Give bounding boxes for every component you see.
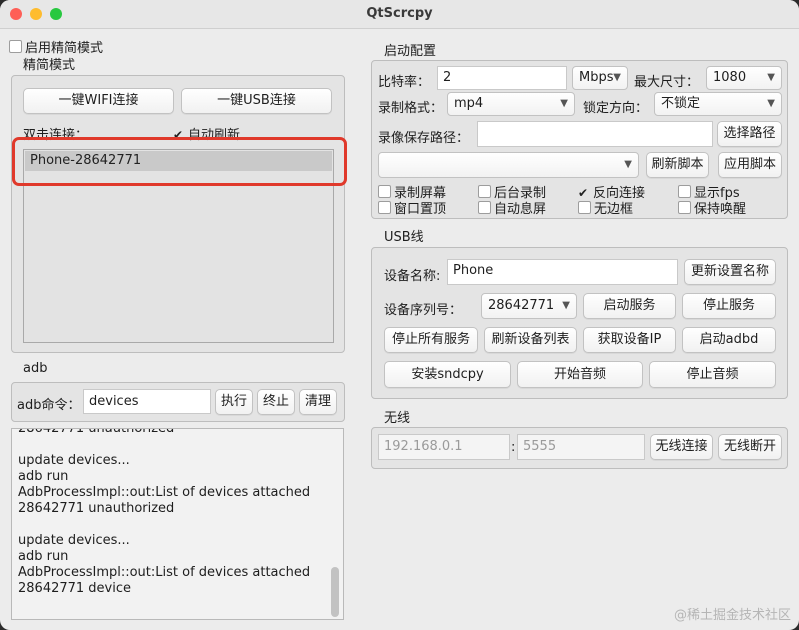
serial-label: 设备序列号： bbox=[384, 303, 463, 318]
log-line: 28642771 device bbox=[18, 581, 132, 596]
log-line: update devices... bbox=[18, 453, 130, 468]
log-line: 28642771 unauthorized bbox=[18, 428, 175, 436]
checkbox-box bbox=[9, 40, 22, 53]
stop-button[interactable]: 终止 bbox=[257, 389, 295, 415]
chevron-down-icon: ▼ bbox=[624, 159, 632, 170]
update-name-button[interactable]: 更新设置名称 bbox=[684, 259, 776, 285]
usb-connect-button[interactable]: 一键USB连接 bbox=[181, 88, 332, 114]
execute-button[interactable]: 执行 bbox=[215, 389, 253, 415]
usb-group-title: USB线 bbox=[384, 230, 424, 245]
log-line: 28642771 unauthorized bbox=[18, 501, 175, 516]
start-config-title: 启动配置 bbox=[384, 44, 437, 59]
chevron-down-icon: ▼ bbox=[560, 98, 568, 109]
highlight-annotation bbox=[12, 137, 347, 186]
wireless-connect-button[interactable]: 无线连接 bbox=[650, 434, 713, 460]
chevron-down-icon: ▼ bbox=[613, 72, 621, 83]
wireless-port-input[interactable]: 5555 bbox=[517, 434, 645, 460]
bitrate-input[interactable]: 2 bbox=[437, 66, 567, 90]
record-format-select[interactable]: mp4 ▼ bbox=[447, 92, 575, 116]
checkbox-box bbox=[678, 201, 691, 214]
start-adbd-button[interactable]: 启动adbd bbox=[682, 327, 776, 353]
max-size-value: 1080 bbox=[713, 70, 747, 85]
start-server-button[interactable]: 启动服务 bbox=[583, 293, 676, 319]
refresh-script-button[interactable]: 刷新脚本 bbox=[646, 152, 709, 178]
chevron-down-icon: ▼ bbox=[562, 300, 570, 311]
record-path-label: 录像保存路径： bbox=[378, 131, 470, 146]
max-size-label: 最大尺寸： bbox=[634, 75, 700, 90]
adb-command-input[interactable]: devices bbox=[83, 389, 211, 414]
window-on-top-checkbox[interactable]: 窗口置顶 bbox=[378, 198, 446, 217]
bitrate-unit-value: Mbps bbox=[579, 70, 614, 85]
log-line: update devices... bbox=[18, 533, 130, 548]
checkbox-box bbox=[578, 201, 591, 214]
checkbox-box bbox=[378, 201, 391, 214]
start-audio-button[interactable]: 开始音频 bbox=[517, 361, 643, 388]
log-scrollbar[interactable] bbox=[331, 567, 339, 617]
refresh-devices-button[interactable]: 刷新设备列表 bbox=[484, 327, 577, 353]
title-bar: QtScrcpy bbox=[0, 0, 799, 29]
option-label: 无边框 bbox=[594, 202, 634, 217]
stop-audio-button[interactable]: 停止音频 bbox=[649, 361, 776, 388]
serial-select[interactable]: 28642771 ▼ bbox=[481, 293, 577, 319]
wifi-connect-button[interactable]: 一键WIFI连接 bbox=[23, 88, 174, 114]
checkbox-box bbox=[478, 201, 491, 214]
wireless-ip-input[interactable]: 192.168.0.1 bbox=[378, 434, 510, 460]
adb-command-label: adb命令： bbox=[17, 398, 81, 413]
record-format-value: mp4 bbox=[454, 96, 484, 111]
auto-screen-off-checkbox[interactable]: 自动息屏 bbox=[478, 198, 546, 217]
log-line: AdbProcessImpl::out:List of devices atta… bbox=[18, 565, 311, 580]
log-line: adb run bbox=[18, 469, 69, 484]
lock-orientation-label: 锁定方向： bbox=[583, 101, 649, 116]
bitrate-unit-select[interactable]: Mbps ▼ bbox=[572, 66, 628, 90]
checkbox-box bbox=[478, 185, 491, 198]
log-line: adb run bbox=[18, 549, 69, 564]
apply-script-button[interactable]: 应用脚本 bbox=[718, 152, 782, 178]
option-label: 窗口置顶 bbox=[394, 202, 447, 217]
watermark: @稀土掘金技术社区 bbox=[673, 608, 791, 623]
device-name-label: 设备名称: bbox=[384, 269, 441, 284]
record-path-input[interactable] bbox=[477, 121, 713, 147]
serial-value: 28642771 bbox=[488, 298, 555, 313]
log-line: AdbProcessImpl::out:List of devices atta… bbox=[18, 485, 311, 500]
stay-awake-checkbox[interactable]: 保持唤醒 bbox=[678, 198, 746, 217]
stop-server-button[interactable]: 停止服务 bbox=[682, 293, 776, 319]
script-select[interactable]: ▼ bbox=[378, 152, 639, 178]
install-sndcpy-button[interactable]: 安装sndcpy bbox=[384, 361, 511, 388]
option-label: 保持唤醒 bbox=[694, 202, 747, 217]
frameless-checkbox[interactable]: 无边框 bbox=[578, 198, 633, 217]
ip-port-separator: : bbox=[511, 440, 516, 455]
stop-all-servers-button[interactable]: 停止所有服务 bbox=[384, 327, 478, 353]
option-label: 自动息屏 bbox=[494, 202, 547, 217]
wireless-group-title: 无线 bbox=[384, 411, 411, 426]
app-window: QtScrcpy 启用精简模式 精简模式 一键WIFI连接 一键USB连接 双击… bbox=[0, 0, 799, 630]
max-size-select[interactable]: 1080 ▼ bbox=[706, 66, 782, 90]
bitrate-label: 比特率： bbox=[378, 75, 431, 90]
window-title: QtScrcpy bbox=[366, 6, 433, 21]
simple-mode-group-title: 精简模式 bbox=[23, 58, 76, 73]
adb-group-title: adb bbox=[23, 361, 48, 376]
device-name-input[interactable]: Phone bbox=[447, 259, 678, 285]
wireless-disconnect-button[interactable]: 无线断开 bbox=[718, 434, 782, 460]
clear-button[interactable]: 清理 bbox=[299, 389, 337, 415]
get-device-ip-button[interactable]: 获取设备IP bbox=[583, 327, 676, 353]
adb-output-log[interactable]: 28642771 unauthorized update devices... … bbox=[11, 428, 344, 620]
checkbox-box bbox=[378, 185, 391, 198]
chevron-down-icon: ▼ bbox=[767, 98, 775, 109]
select-path-button[interactable]: 选择路径 bbox=[717, 121, 782, 147]
chevron-down-icon: ▼ bbox=[767, 72, 775, 83]
checkbox-box bbox=[678, 185, 691, 198]
record-format-label: 录制格式： bbox=[378, 101, 444, 116]
lock-orientation-value: 不锁定 bbox=[661, 96, 701, 111]
lock-orientation-select[interactable]: 不锁定 ▼ bbox=[654, 92, 782, 116]
